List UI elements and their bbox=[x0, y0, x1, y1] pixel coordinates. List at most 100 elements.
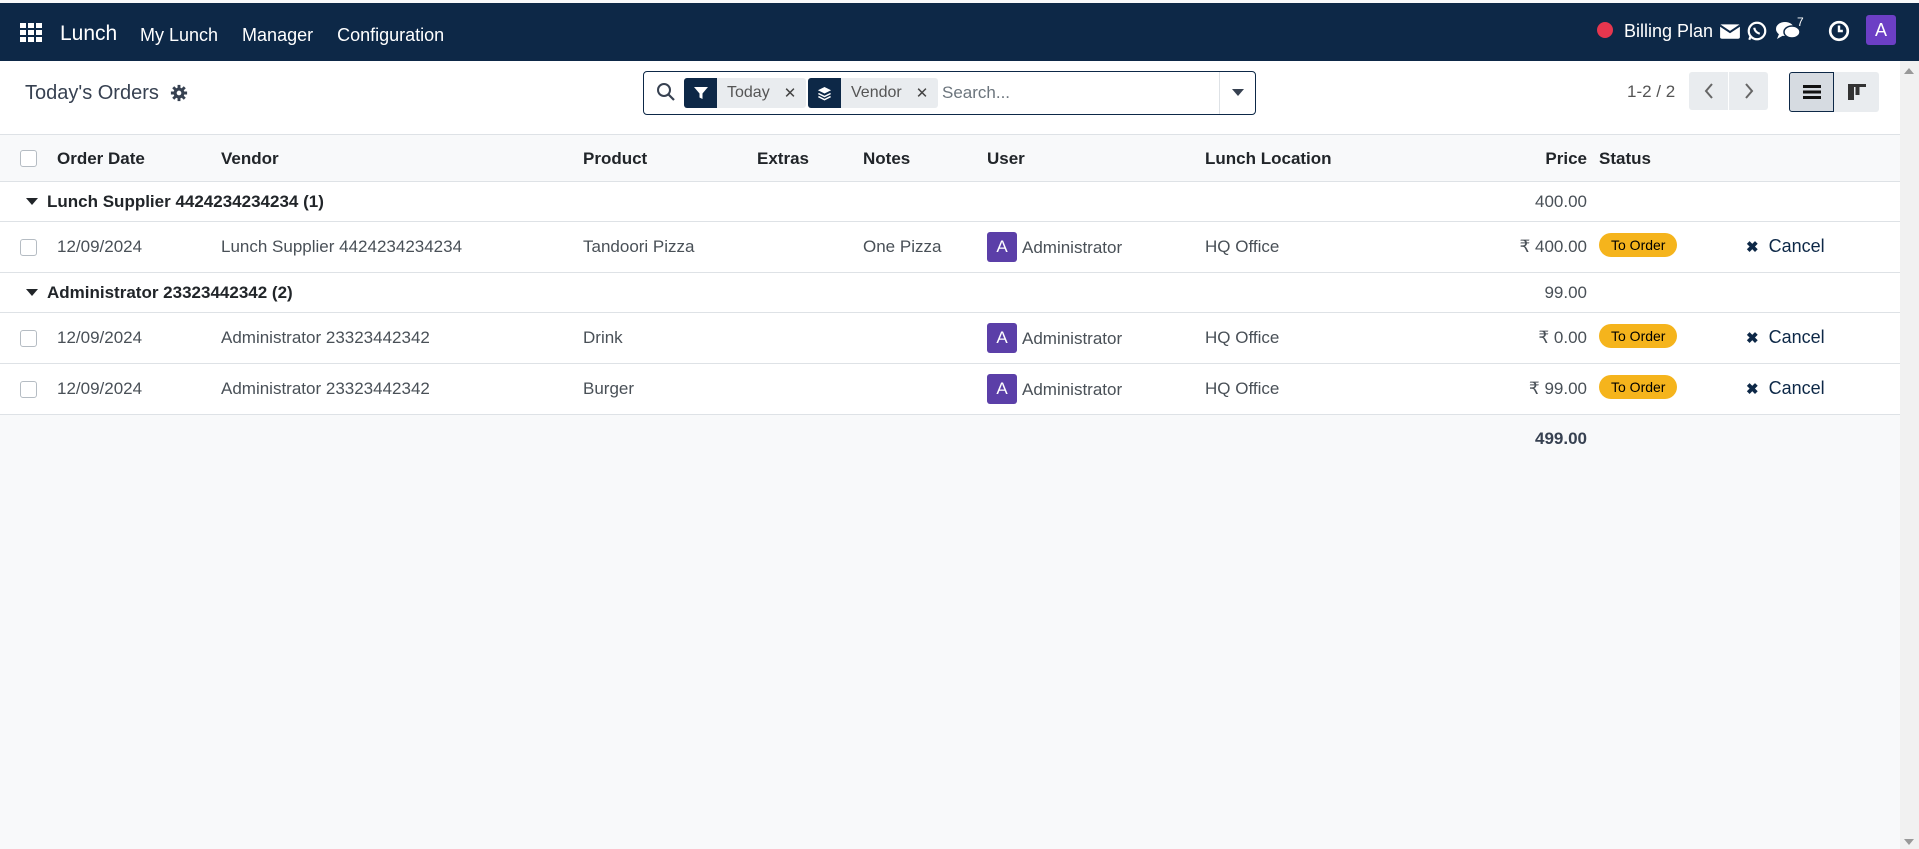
row-checkbox[interactable] bbox=[20, 239, 37, 256]
remove-facet-icon[interactable]: ✕ bbox=[912, 78, 939, 108]
cell-user: Administrator bbox=[1022, 329, 1123, 348]
column-extras[interactable]: Extras bbox=[757, 149, 809, 169]
cell-price: ₹ 0.00 bbox=[1538, 328, 1587, 347]
cancel-button[interactable]: ✖ Cancel bbox=[1746, 327, 1825, 348]
cell-product: Burger bbox=[583, 379, 635, 398]
filter-icon bbox=[684, 78, 717, 108]
pager-previous-button[interactable] bbox=[1689, 72, 1728, 110]
table-row[interactable]: 12/09/2024 Lunch Supplier 4424234234234 … bbox=[0, 222, 1900, 273]
facet-vendor[interactable]: Vendor ✕ bbox=[808, 78, 939, 108]
menu-manager[interactable]: Manager bbox=[242, 25, 313, 46]
group-row[interactable]: Lunch Supplier 4424234234234 (1) 400.00 bbox=[0, 182, 1900, 222]
cancel-label: Cancel bbox=[1768, 236, 1825, 256]
pager-next-button[interactable] bbox=[1729, 72, 1768, 110]
chat-count-badge: 7 bbox=[1797, 15, 1804, 29]
cell-price: ₹ 400.00 bbox=[1519, 237, 1587, 256]
kanban-view-icon bbox=[1847, 84, 1866, 100]
table-row[interactable]: 12/09/2024 Administrator 23323442342 Dri… bbox=[0, 313, 1900, 364]
cell-price: ₹ 99.00 bbox=[1528, 379, 1587, 398]
status-dot-icon bbox=[1597, 22, 1613, 38]
status-badge: To Order bbox=[1599, 324, 1678, 348]
menu-my-lunch[interactable]: My Lunch bbox=[140, 25, 218, 46]
group-label: Lunch Supplier 4424234234234 (1) bbox=[47, 192, 324, 211]
column-user[interactable]: User bbox=[987, 149, 1025, 169]
control-panel: Today's Orders Today ✕ Vendor ✕ Search..… bbox=[0, 61, 1900, 135]
cell-user: Administrator bbox=[1022, 238, 1123, 257]
cell-vendor: Lunch Supplier 4424234234234 bbox=[221, 237, 463, 256]
cell-lunch-location: HQ Office bbox=[1205, 237, 1280, 256]
vertical-scrollbar[interactable] bbox=[1900, 61, 1919, 849]
column-vendor[interactable]: Vendor bbox=[221, 149, 279, 169]
envelope-icon[interactable] bbox=[1719, 20, 1741, 42]
row-checkbox[interactable] bbox=[20, 381, 37, 398]
column-status[interactable]: Status bbox=[1599, 149, 1651, 169]
cell-product: Drink bbox=[583, 328, 623, 347]
cancel-button[interactable]: ✖ Cancel bbox=[1746, 378, 1825, 399]
column-price[interactable]: Price bbox=[1545, 149, 1587, 169]
app-brand[interactable]: Lunch bbox=[60, 22, 117, 46]
cancel-label: Cancel bbox=[1768, 327, 1825, 347]
search-bar: Today ✕ Vendor ✕ bbox=[643, 71, 1256, 115]
cell-order-date: 12/09/2024 bbox=[57, 237, 143, 256]
user-avatar: A bbox=[987, 232, 1017, 262]
grand-total: 499.00 bbox=[1535, 429, 1587, 448]
close-icon: ✖ bbox=[1746, 380, 1759, 398]
cancel-button[interactable]: ✖ Cancel bbox=[1746, 236, 1825, 257]
group-total: 99.00 bbox=[1544, 283, 1587, 302]
cell-order-date: 12/09/2024 bbox=[57, 328, 143, 347]
close-icon: ✖ bbox=[1746, 329, 1759, 347]
kanban-view-button[interactable] bbox=[1834, 72, 1879, 112]
cell-user: Administrator bbox=[1022, 380, 1123, 399]
apps-grid-icon[interactable] bbox=[20, 23, 42, 42]
cancel-label: Cancel bbox=[1768, 378, 1825, 398]
list-view: Order Date Vendor Product Extras Notes U… bbox=[0, 135, 1900, 849]
column-product[interactable]: Product bbox=[583, 149, 647, 169]
column-order-date[interactable]: Order Date bbox=[57, 149, 145, 169]
main-menu: My Lunch Manager Configuration bbox=[140, 25, 444, 46]
facet-label: Vendor bbox=[851, 84, 902, 101]
chevron-right-icon bbox=[1744, 83, 1753, 99]
table-header: Order Date Vendor Product Extras Notes U… bbox=[0, 135, 1900, 182]
layers-icon bbox=[808, 78, 841, 108]
group-row[interactable]: Administrator 23323442342 (2) 99.00 bbox=[0, 273, 1900, 313]
billing-plan-link[interactable]: Billing Plan bbox=[1624, 21, 1713, 42]
scroll-down-icon[interactable] bbox=[1904, 839, 1914, 845]
whatsapp-icon[interactable] bbox=[1746, 20, 1768, 42]
page-title[interactable]: Today's Orders bbox=[25, 82, 159, 105]
cell-lunch-location: HQ Office bbox=[1205, 328, 1280, 347]
caret-down-icon bbox=[26, 289, 38, 296]
scroll-up-icon[interactable] bbox=[1904, 68, 1914, 74]
column-lunch-location[interactable]: Lunch Location bbox=[1205, 149, 1332, 169]
search-options-toggle[interactable] bbox=[1219, 72, 1255, 114]
cell-lunch-location: HQ Office bbox=[1205, 379, 1280, 398]
cell-vendor: Administrator 23323442342 bbox=[221, 328, 430, 347]
column-notes[interactable]: Notes bbox=[863, 149, 910, 169]
search-input[interactable] bbox=[942, 78, 1212, 108]
facet-today[interactable]: Today ✕ bbox=[684, 78, 807, 108]
caret-down-icon bbox=[26, 198, 38, 205]
list-view-button[interactable] bbox=[1789, 72, 1834, 112]
cell-notes: One Pizza bbox=[863, 237, 942, 256]
gear-icon[interactable] bbox=[170, 84, 188, 102]
table-row[interactable]: 12/09/2024 Administrator 23323442342 Bur… bbox=[0, 364, 1900, 415]
facet-label: Today bbox=[727, 84, 770, 101]
close-icon: ✖ bbox=[1746, 238, 1759, 256]
search-icon[interactable] bbox=[656, 82, 676, 102]
user-avatar[interactable]: A bbox=[1866, 15, 1896, 45]
caret-down-icon bbox=[1231, 89, 1244, 96]
status-badge: To Order bbox=[1599, 375, 1678, 399]
remove-facet-icon[interactable]: ✕ bbox=[780, 78, 807, 108]
cell-vendor: Administrator 23323442342 bbox=[221, 379, 430, 398]
clock-icon[interactable] bbox=[1828, 20, 1850, 42]
select-all-checkbox[interactable] bbox=[20, 150, 37, 167]
cell-product: Tandoori Pizza bbox=[583, 237, 695, 256]
user-avatar: A bbox=[987, 374, 1017, 404]
group-total: 400.00 bbox=[1535, 192, 1587, 211]
pager-value[interactable]: 1-2 / 2 bbox=[1627, 82, 1675, 102]
chevron-left-icon bbox=[1704, 83, 1713, 99]
menu-configuration[interactable]: Configuration bbox=[337, 25, 444, 46]
cell-order-date: 12/09/2024 bbox=[57, 379, 143, 398]
group-label: Administrator 23323442342 (2) bbox=[47, 283, 293, 302]
row-checkbox[interactable] bbox=[20, 330, 37, 347]
list-view-icon bbox=[1802, 85, 1821, 99]
